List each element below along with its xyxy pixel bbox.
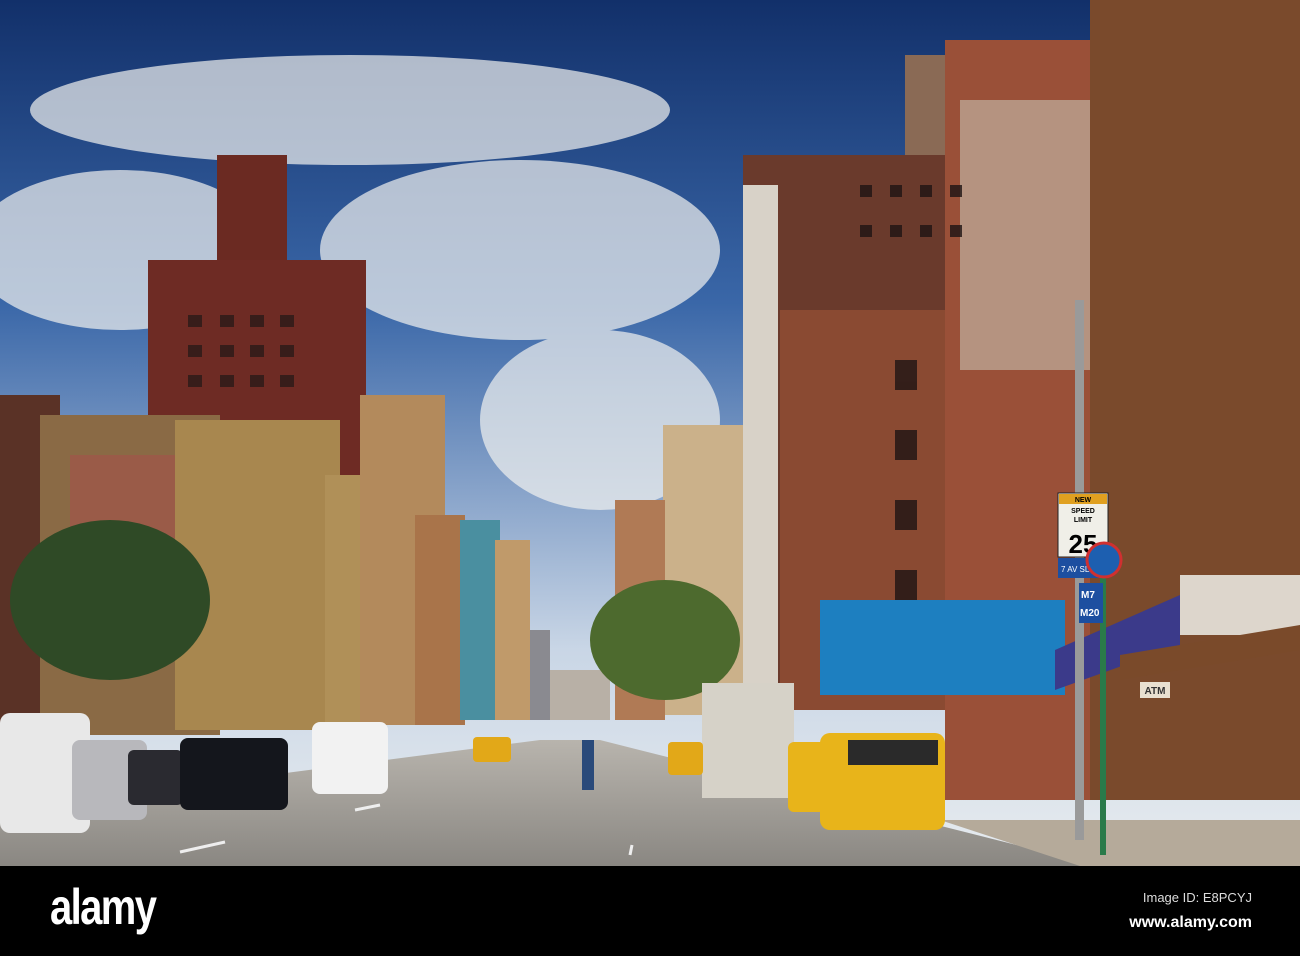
store-sign bbox=[1180, 575, 1300, 635]
bus-route-2: M20 bbox=[1080, 608, 1100, 619]
distant-buildings bbox=[550, 670, 610, 720]
tree-center bbox=[590, 580, 740, 700]
bus-route-1: M7 bbox=[1081, 590, 1095, 601]
blue-scaffold-awning bbox=[820, 600, 1065, 695]
speed-sign-line3: LIMIT bbox=[1074, 517, 1093, 524]
website-link[interactable]: www.alamy.com bbox=[1129, 914, 1252, 932]
tree-left bbox=[10, 520, 210, 680]
speed-sign-line1: NEW bbox=[1075, 497, 1092, 504]
alamy-logo: alamy bbox=[50, 879, 157, 935]
pedestrian bbox=[582, 740, 594, 790]
bus-stop-icon bbox=[1085, 541, 1123, 579]
watermark-footer: alamy Image ID: E8PCYJ www.alamy.com bbox=[0, 866, 1300, 956]
street-photo: NEW SPEED LIMIT 25 7 AV SLOW M7 M20 ATM bbox=[0, 0, 1300, 866]
stock-photo: NEW SPEED LIMIT 25 7 AV SLOW M7 M20 ATM … bbox=[0, 0, 1300, 956]
speed-sign-line2: SPEED bbox=[1071, 508, 1095, 515]
atm-text: ATM bbox=[1145, 686, 1166, 697]
image-id: Image ID: E8PCYJ bbox=[1142, 890, 1252, 905]
